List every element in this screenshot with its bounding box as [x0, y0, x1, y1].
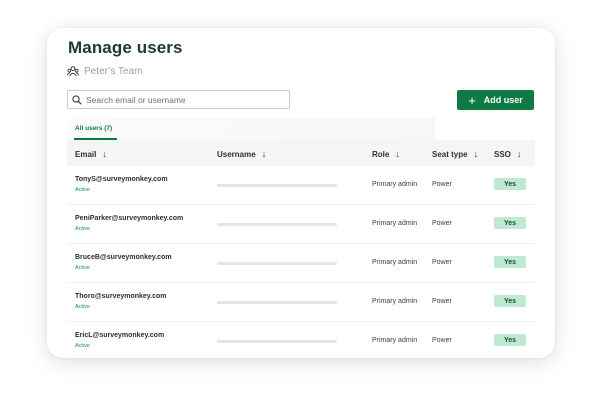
- user-status: Active: [75, 304, 90, 310]
- tab-all-users[interactable]: All users (7): [75, 125, 112, 132]
- table-row[interactable]: BruceB@surveymonkey.com Active Primary a…: [67, 244, 535, 283]
- seat-type-header-label: Seat type: [432, 149, 468, 159]
- search-icon: [72, 94, 82, 105]
- username-placeholder: [217, 262, 337, 265]
- team-name: Peter’s Team: [84, 66, 143, 77]
- user-status: Active: [75, 265, 90, 271]
- table-header: Email ↓ Username ↓ Role ↓ Seat type ↓ SS…: [67, 140, 535, 166]
- user-email[interactable]: PeniParker@surveymonkey.com: [75, 215, 183, 222]
- table-row[interactable]: Thoro@surveymonkey.com Active Primary ad…: [67, 283, 535, 322]
- add-user-button[interactable]: + Add user: [457, 90, 534, 110]
- user-role: Primary admin: [372, 259, 418, 266]
- column-header-email[interactable]: Email ↓: [75, 149, 107, 159]
- plus-icon: +: [468, 92, 476, 108]
- username-placeholder: [217, 340, 337, 343]
- users-table: Email ↓ Username ↓ Role ↓ Seat type ↓ SS…: [67, 140, 535, 358]
- add-user-label: Add user: [483, 95, 523, 105]
- username-placeholder: [217, 301, 337, 304]
- username-header-label: Username: [217, 149, 256, 159]
- team-label: Peter’s Team: [67, 66, 142, 77]
- page-title: Manage users: [68, 38, 183, 57]
- manage-users-card: Manage users Peter’s Team + Add user All…: [47, 28, 555, 358]
- user-email[interactable]: EricL@surveymonkey.com: [75, 332, 164, 339]
- table-row[interactable]: PeniParker@surveymonkey.com Active Prima…: [67, 205, 535, 244]
- column-header-seat-type[interactable]: Seat type ↓: [432, 149, 478, 159]
- column-header-username[interactable]: Username ↓: [217, 149, 266, 159]
- sort-arrow-down-icon: ↓: [395, 149, 400, 159]
- user-seat-type: Power: [432, 298, 452, 305]
- user-seat-type: Power: [432, 337, 452, 344]
- column-header-role[interactable]: Role ↓: [372, 149, 400, 159]
- user-seat-type: Power: [432, 259, 452, 266]
- user-email[interactable]: Thoro@surveymonkey.com: [75, 293, 167, 300]
- search-input[interactable]: [82, 94, 276, 105]
- sso-badge: Yes: [494, 217, 526, 229]
- search-field[interactable]: [67, 90, 290, 109]
- username-placeholder: [217, 223, 337, 226]
- user-role: Primary admin: [372, 181, 418, 188]
- table-row[interactable]: EricL@surveymonkey.com Active Primary ad…: [67, 322, 535, 358]
- username-placeholder: [217, 184, 337, 187]
- user-status: Active: [75, 187, 90, 193]
- sso-header-label: SSO: [494, 149, 511, 159]
- user-seat-type: Power: [432, 181, 452, 188]
- sort-arrow-down-icon: ↓: [516, 149, 522, 159]
- role-header-label: Role: [372, 149, 390, 159]
- sso-badge: Yes: [494, 256, 526, 268]
- user-role: Primary admin: [372, 337, 418, 344]
- sso-badge: Yes: [494, 295, 526, 307]
- sso-badge: Yes: [494, 178, 526, 190]
- sort-arrow-down-icon: ↓: [102, 149, 107, 159]
- sso-badge: Yes: [494, 334, 526, 346]
- sort-arrow-down-icon: ↓: [261, 149, 267, 159]
- column-header-sso[interactable]: SSO ↓: [494, 149, 521, 159]
- email-header-label: Email: [75, 149, 97, 159]
- user-email[interactable]: BruceB@surveymonkey.com: [75, 254, 172, 261]
- user-status: Active: [75, 226, 90, 232]
- user-status: Active: [75, 343, 90, 349]
- user-seat-type: Power: [432, 220, 452, 227]
- tab-bar: All users (7): [67, 118, 435, 140]
- user-role: Primary admin: [372, 298, 418, 305]
- team-icon: [67, 66, 79, 77]
- user-role: Primary admin: [372, 220, 418, 227]
- table-row[interactable]: TonyS@surveymonkey.com Active Primary ad…: [67, 166, 535, 205]
- user-email[interactable]: TonyS@surveymonkey.com: [75, 176, 168, 183]
- sort-arrow-down-icon: ↓: [473, 149, 479, 159]
